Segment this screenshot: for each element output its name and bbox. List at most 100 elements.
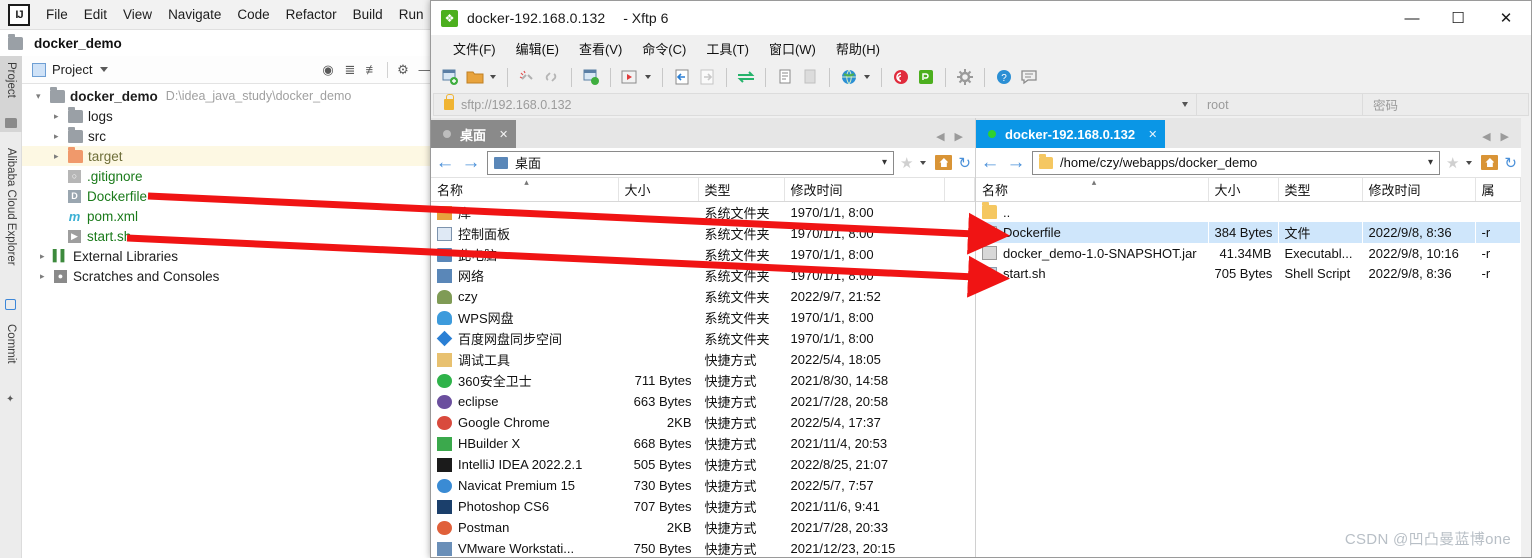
chevron-down-icon[interactable] (920, 160, 927, 165)
menu-help[interactable]: 帮助(H) (826, 37, 890, 60)
column-modified[interactable]: 修改时间 (784, 178, 945, 202)
menu-build[interactable]: Build (345, 3, 391, 26)
feedback-icon[interactable] (1018, 66, 1040, 88)
new-session-icon[interactable] (439, 66, 461, 88)
local-path-input[interactable]: 桌面 ▾ (487, 150, 894, 175)
table-row[interactable]: WPS网盘 系统文件夹 1970/1/1, 8:00 (431, 307, 975, 328)
tree-row-logs[interactable]: ▸ logs (22, 106, 440, 126)
tab-remote-docker[interactable]: docker-192.168.0.132 ✕ (976, 120, 1166, 148)
menu-code[interactable]: Code (229, 3, 277, 26)
table-row[interactable]: Google Chrome 2KB 快捷方式 2022/5/4, 17:37 (431, 412, 975, 433)
column-modified[interactable]: 修改时间 (1362, 178, 1476, 202)
table-row[interactable]: Postman 2KB 快捷方式 2021/7/28, 20:33 (431, 517, 975, 538)
session-settings-icon[interactable] (580, 66, 602, 88)
table-row[interactable]: 控制面板 系统文件夹 1970/1/1, 8:00 (431, 223, 975, 244)
refresh-icon[interactable]: ↻ (958, 154, 971, 172)
tab-local-desktop[interactable]: 桌面 ✕ (431, 120, 517, 148)
chevron-right-icon[interactable]: ▸ (54, 111, 68, 122)
menu-view[interactable]: View (115, 3, 160, 26)
password-field[interactable]: 密码 (1363, 93, 1529, 116)
column-size[interactable]: 大小 (1208, 178, 1279, 202)
table-row[interactable]: docker_demo-1.0-SNAPSHOT.jar 41.34MB Execu… (976, 243, 1521, 264)
tree-row-dockerfile[interactable]: D Dockerfile (22, 186, 440, 206)
table-row[interactable]: .. (976, 202, 1521, 223)
column-size[interactable]: 大小 (618, 178, 699, 202)
menu-run[interactable]: Run (391, 3, 432, 26)
chevron-down-icon[interactable] (1466, 160, 1473, 165)
table-row[interactable]: czy 系统文件夹 2022/9/7, 21:52 (431, 286, 975, 307)
tree-row-target[interactable]: ▸ target (22, 146, 440, 166)
menu-window[interactable]: 窗口(W) (759, 37, 826, 60)
menu-tools[interactable]: 工具(T) (696, 37, 759, 60)
menu-edit[interactable]: 编辑(E) (506, 37, 569, 60)
bookmark-star-icon[interactable]: ★ (1446, 154, 1459, 172)
open-folder-icon[interactable] (464, 66, 486, 88)
table-row[interactable]: IntelliJ IDEA 2022.2.1 505 Bytes 快捷方式 2022/… (431, 454, 975, 475)
forward-icon[interactable]: → (1006, 153, 1026, 172)
menu-file[interactable]: File (38, 3, 76, 26)
tree-row-scratches-and-consoles[interactable]: ▸ ● Scratches and Consoles (22, 266, 440, 286)
gear-icon[interactable] (954, 66, 976, 88)
tab-scroll-right-icon[interactable]: ▶ (1501, 130, 1509, 143)
gear-icon[interactable]: ⚙ (392, 59, 414, 81)
menu-edit[interactable]: Edit (76, 3, 115, 26)
chevron-down-icon[interactable]: ▾ (1428, 157, 1433, 168)
forward-icon[interactable]: → (461, 153, 481, 172)
minimize-button[interactable]: — (1389, 1, 1435, 35)
tree-row-start-sh[interactable]: ▶ start.sh (22, 226, 440, 246)
username-field[interactable]: root (1197, 93, 1363, 116)
menu-view[interactable]: 查看(V) (569, 37, 632, 60)
tree-row-gitignore[interactable]: ○ .gitignore (22, 166, 440, 186)
xshell-icon[interactable] (890, 66, 912, 88)
tab-close-icon[interactable]: ✕ (1148, 128, 1157, 141)
stripe-button-commit[interactable]: Commit (0, 324, 22, 394)
expand-all-icon[interactable]: ≣ (339, 59, 361, 81)
column-attributes[interactable]: 属 (1475, 178, 1521, 202)
menu-navigate[interactable]: Navigate (160, 3, 229, 26)
chevron-down-icon[interactable] (490, 75, 496, 79)
stripe-button-alibaba-cloud-explorer[interactable]: Alibaba Cloud Explorer (0, 148, 22, 298)
menu-file[interactable]: 文件(F) (443, 37, 506, 60)
table-row[interactable]: HBuilder X 668 Bytes 快捷方式 2021/11/4, 20:53 (431, 433, 975, 454)
chevron-expanded-icon[interactable]: ▾ (36, 91, 50, 102)
table-row[interactable]: Navicat Premium 15 730 Bytes 快捷方式 2022/5/7,… (431, 475, 975, 496)
menu-refactor[interactable]: Refactor (278, 3, 345, 26)
chevron-right-icon[interactable]: ▸ (54, 151, 68, 162)
table-row[interactable]: 360安全卫士 711 Bytes 快捷方式 2021/8/30, 14:58 (431, 370, 975, 391)
table-row[interactable]: eclipse 663 Bytes 快捷方式 2021/7/28, 20:58 (431, 391, 975, 412)
transfer-start-icon[interactable] (619, 66, 641, 88)
tree-row-src[interactable]: ▸ src (22, 126, 440, 146)
help-icon[interactable]: ? (993, 66, 1015, 88)
table-row[interactable]: 百度网盘同步空间 系统文件夹 1970/1/1, 8:00 (431, 328, 975, 349)
home-folder-icon[interactable] (935, 155, 953, 170)
chevron-down-icon[interactable] (645, 75, 651, 79)
collapse-all-icon[interactable]: ≢ (361, 59, 383, 81)
table-row[interactable]: Photoshop CS6 707 Bytes 快捷方式 2021/11/6, 9:4… (431, 496, 975, 517)
back-icon[interactable]: ← (980, 153, 1000, 172)
tab-scroll-left-icon[interactable]: ◀ (1482, 130, 1490, 143)
table-row[interactable]: 库 系统文件夹 1970/1/1, 8:00 (431, 202, 975, 224)
chevron-down-icon[interactable]: ▾ (882, 157, 887, 168)
tree-row-docker-demo[interactable]: ▾ docker_demo D:\idea_java_study\docker_… (22, 86, 440, 106)
table-row[interactable]: start.sh 705 Bytes Shell Script 2022/9/8, 8… (976, 264, 1521, 285)
column-type[interactable]: 类型 (1278, 178, 1363, 202)
column-name[interactable]: 名称 ▴ (431, 178, 619, 202)
chevron-down-icon[interactable] (864, 75, 870, 79)
table-row[interactable]: Dockerfile 384 Bytes 文件 2022/9/8, 8:36 -r (976, 222, 1521, 243)
table-row[interactable]: 此电脑 系统文件夹 1970/1/1, 8:00 (431, 244, 975, 265)
table-row[interactable]: 调试工具 快捷方式 2022/5/4, 18:05 (431, 349, 975, 370)
chevron-right-icon[interactable]: ▸ (54, 131, 68, 142)
maximize-button[interactable]: ☐ (1435, 1, 1481, 35)
close-button[interactable]: ✕ (1481, 1, 1531, 35)
tab-close-icon[interactable]: ✕ (499, 128, 508, 141)
sync-browsing-icon[interactable] (735, 66, 757, 88)
tree-row-external-libraries[interactable]: ▸ ▌▌ External Libraries (22, 246, 440, 266)
xftp-launch-icon[interactable] (915, 66, 937, 88)
tree-row-pom-xml[interactable]: m pom.xml (22, 206, 440, 226)
table-row[interactable]: VMware Workstati... 750 Bytes 快捷方式 2021/12/… (431, 538, 975, 557)
chevron-right-icon[interactable]: ▸ (40, 271, 54, 282)
copy-icon[interactable] (774, 66, 796, 88)
back-icon[interactable]: ← (435, 153, 455, 172)
globe-icon[interactable] (838, 66, 860, 88)
select-opened-file-icon[interactable]: ◉ (317, 59, 339, 81)
